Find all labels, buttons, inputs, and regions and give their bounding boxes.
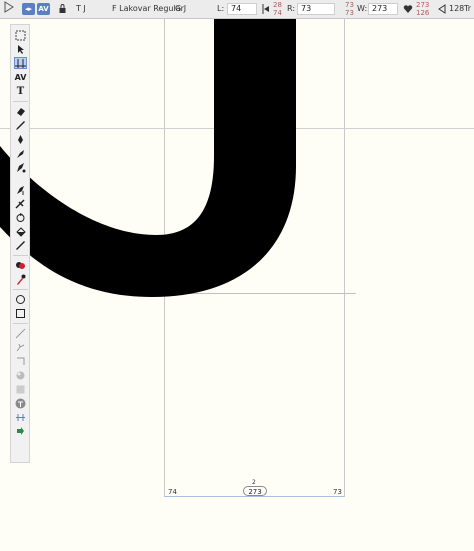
width-stack-bottom: 126 — [416, 9, 430, 17]
font-name[interactable]: F Lakovar Regular — [112, 0, 184, 18]
view-mode-button[interactable]: ◂▸ — [22, 3, 35, 15]
fill-icon[interactable] — [14, 225, 27, 237]
corner-icon[interactable] — [14, 341, 27, 353]
measure-icon[interactable] — [14, 239, 27, 251]
cut-icon[interactable] — [14, 355, 27, 367]
rectangle-icon[interactable] — [14, 307, 27, 319]
glyph-canvas[interactable]: 74 2 273 73 — [0, 19, 474, 551]
advance-width-metric[interactable]: 273 — [243, 486, 267, 496]
sphere-icon[interactable] — [14, 369, 27, 381]
glyph-j-outline[interactable] — [0, 19, 474, 319]
right-stack-top: 73 — [345, 1, 354, 9]
app-menu-icon[interactable] — [3, 0, 15, 18]
kerning-icon[interactable]: AV — [14, 71, 27, 83]
text-tool-label[interactable]: T J — [76, 0, 86, 18]
top-toolbar: ◂▸ AV T J F Lakovar Regular G J L: 74 28… — [0, 0, 474, 19]
left-stack-top: 28 — [273, 1, 282, 9]
left-stack-bottom: 74 — [273, 9, 282, 17]
add-point-icon[interactable] — [14, 183, 27, 195]
width-marker-above: 2 — [252, 479, 256, 486]
width-label: W: — [357, 4, 368, 13]
right-sidebearing-label: R: — [287, 4, 296, 13]
left-sidebearing-field[interactable]: 74 — [227, 3, 257, 15]
font-size-value[interactable]: 128 — [449, 0, 464, 18]
width-field[interactable]: 273 — [368, 3, 398, 15]
left-sidebearing-icon — [261, 0, 271, 18]
text-icon[interactable]: T — [14, 85, 27, 97]
texture-icon[interactable] — [14, 383, 27, 395]
knife-icon[interactable] — [14, 197, 27, 209]
kerning-toggle-button[interactable]: AV — [37, 3, 50, 15]
text-type-label[interactable]: Tr — [464, 0, 471, 18]
metrics-icon[interactable] — [14, 57, 27, 69]
line-icon[interactable] — [14, 327, 27, 339]
pointer-icon[interactable] — [14, 43, 27, 55]
left-sidebearing-stack: 28 74 — [273, 1, 282, 17]
right-sidebearing-field[interactable]: 73 — [297, 3, 335, 15]
pen-icon[interactable] — [14, 133, 27, 145]
pencil-icon[interactable] — [14, 119, 27, 131]
cut-anchor-icon[interactable] — [14, 425, 27, 437]
guides-icon[interactable] — [14, 411, 27, 423]
width-stack: 273 126 — [416, 1, 429, 17]
glyph-name[interactable]: G J — [175, 0, 186, 18]
heart-icon[interactable] — [403, 0, 413, 18]
right-sidebearing-stack: 73 73 — [345, 1, 354, 17]
width-stack-top: 273 — [416, 1, 430, 9]
eyedropper-icon[interactable] — [14, 273, 27, 285]
left-sidebearing-metric[interactable]: 74 — [168, 488, 177, 496]
eraser-icon[interactable] — [14, 105, 27, 117]
anchor-icon[interactable] — [14, 397, 27, 409]
node-select-icon[interactable] — [14, 29, 27, 41]
color-fill-icon[interactable] — [14, 259, 27, 271]
font-size-icon[interactable] — [437, 0, 447, 18]
bezier-pen-icon[interactable] — [14, 147, 27, 159]
lock-icon[interactable] — [58, 0, 67, 18]
right-sidebearing-metric[interactable]: 73 — [333, 488, 342, 496]
ellipse-icon[interactable] — [14, 293, 27, 305]
rotate-icon[interactable] — [14, 211, 27, 223]
right-stack-bottom: 73 — [345, 9, 354, 17]
hobby-pen-icon[interactable] — [14, 161, 27, 173]
tool-palette: AV T — [10, 24, 30, 463]
left-sidebearing-label: L: — [217, 4, 225, 13]
